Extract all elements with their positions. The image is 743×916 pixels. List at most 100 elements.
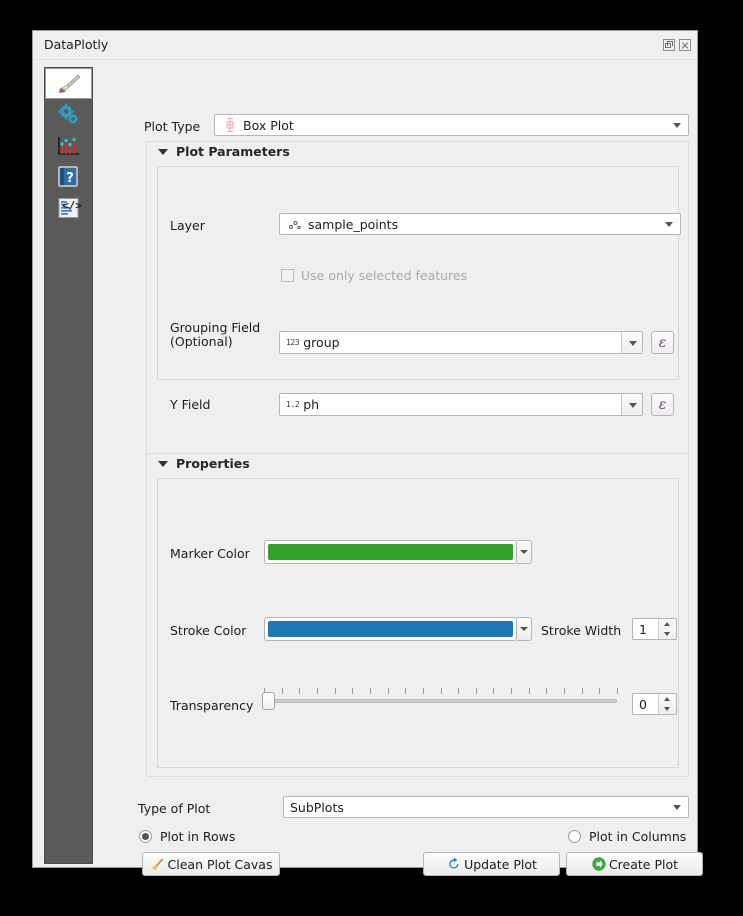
window-title: DataPlotly [44, 37, 109, 52]
chevron-down-icon [673, 123, 681, 128]
plot-in-rows-label: Plot in Rows [160, 829, 236, 844]
layer-combo[interactable]: sample_points [279, 213, 681, 235]
transparency-slider[interactable] [262, 686, 618, 710]
type-of-plot-combo[interactable]: SubPlots [283, 796, 689, 818]
grouping-field-combo[interactable]: 123 group [279, 331, 643, 354]
bar-chart-icon [56, 134, 82, 158]
slider-handle[interactable] [262, 692, 275, 710]
checkbox-box [281, 269, 294, 282]
properties-header[interactable]: Properties [158, 456, 250, 471]
transparency-stepper[interactable] [658, 694, 676, 714]
clean-plot-canvas-label: Clean Plot Cavas [167, 856, 273, 872]
field-type-integer-icon: 123 [286, 337, 300, 347]
stroke-width-stepper[interactable] [658, 619, 676, 639]
y-field-label: Y Field [170, 397, 211, 412]
grouping-field-expression-button[interactable]: ε [651, 331, 674, 354]
sidebar-item-help[interactable]: ? [45, 162, 92, 192]
stroke-width-spinner[interactable]: 1 [632, 618, 677, 640]
marker-color-label: Marker Color [170, 546, 250, 561]
type-of-plot-label: Type of Plot [138, 801, 211, 816]
chevron-down-icon [665, 222, 673, 227]
chevron-down-icon [673, 805, 681, 810]
stroke-color-swatch [268, 621, 513, 637]
create-plot-label: Create Plot [608, 856, 679, 872]
grouping-field-label: Grouping Field (Optional) [170, 321, 260, 349]
sidebar: ? </> [44, 67, 93, 864]
use-only-selected-features-label: Use only selected features [301, 268, 468, 283]
sidebar-item-plot-view[interactable] [45, 131, 92, 161]
create-plot-button[interactable]: Create Plot [566, 852, 703, 876]
gears-icon [56, 103, 82, 127]
stroke-width-value: 1 [639, 621, 647, 637]
update-plot-button[interactable]: Update Plot [423, 852, 560, 876]
code-document-icon: </> [56, 196, 82, 220]
radio-ring [568, 830, 581, 843]
restore-button[interactable] [663, 39, 675, 51]
clean-plot-canvas-button[interactable]: Clean Plot Cavas [142, 852, 280, 876]
dataplotly-window: DataPlotly ? </> Plot Type Box Plot Plot… [32, 30, 703, 876]
plot-type-label: Plot Type [144, 119, 201, 134]
stroke-color-button[interactable] [264, 617, 517, 641]
stroke-width-label: Stroke Width [541, 623, 622, 638]
paintbrush-icon [56, 72, 82, 96]
main-pane: Plot Type Box Plot Plot Parameters Layer… [101, 59, 703, 876]
stepper-up-icon[interactable] [659, 619, 676, 629]
marker-color-button[interactable] [264, 540, 517, 564]
collapse-triangle-icon [158, 460, 168, 467]
window-body: ? </> Plot Type Box Plot Plot Parameters… [33, 59, 703, 876]
plot-in-columns-label: Plot in Columns [589, 829, 687, 844]
svg-text:?: ? [66, 171, 74, 186]
type-of-plot-value: SubPlots [290, 799, 344, 815]
marker-color-dropdown-button[interactable] [517, 540, 532, 564]
transparency-label: Transparency [170, 698, 254, 713]
field-type-decimal-icon: 1.2 [286, 399, 300, 409]
marker-color-swatch [268, 544, 513, 560]
epsilon-icon: ε [658, 334, 667, 351]
plot-type-combo[interactable]: Box Plot [214, 114, 689, 136]
chevron-down-icon [629, 340, 637, 346]
stroke-color-dropdown-button[interactable] [517, 617, 532, 641]
slider-groove [264, 699, 617, 703]
sidebar-item-plot-configuration[interactable] [45, 100, 92, 130]
sidebar-item-plot-settings[interactable] [45, 68, 92, 99]
refresh-icon [446, 856, 462, 872]
window-titlebar: DataPlotly [33, 31, 697, 60]
chevron-down-icon [629, 402, 637, 408]
grouping-field-value: group [303, 335, 340, 350]
radio-ring [139, 830, 152, 843]
epsilon-icon: ε [658, 396, 667, 413]
stepper-up-icon[interactable] [659, 694, 676, 704]
update-plot-label: Update Plot [464, 856, 537, 872]
use-only-selected-features-checkbox: Use only selected features [281, 268, 467, 283]
transparency-value: 0 [639, 696, 647, 712]
help-book-icon: ? [56, 165, 82, 189]
green-arrow-icon [591, 856, 607, 872]
grouping-field-label-line2: (Optional) [170, 334, 233, 349]
stepper-down-icon[interactable] [659, 629, 676, 639]
plot-parameters-title: Plot Parameters [176, 144, 290, 159]
close-button[interactable] [679, 39, 691, 51]
collapse-triangle-icon [158, 148, 168, 155]
slider-ticks [264, 688, 618, 694]
grouping-field-label-line1: Grouping Field [170, 320, 261, 335]
stepper-down-icon[interactable] [659, 704, 676, 714]
close-icon [680, 40, 690, 50]
plot-parameters-header[interactable]: Plot Parameters [158, 144, 290, 159]
transparency-spinner[interactable]: 0 [632, 693, 677, 715]
stroke-color-label: Stroke Color [170, 623, 247, 638]
sidebar-item-code[interactable]: </> [45, 193, 92, 223]
plot-in-columns-radio[interactable]: Plot in Columns [568, 829, 686, 844]
layer-label: Layer [170, 218, 205, 233]
restore-icon [664, 40, 674, 50]
properties-title: Properties [176, 456, 250, 471]
box-plot-icon [223, 118, 237, 132]
plot-type-value: Box Plot [243, 117, 294, 133]
broom-icon [150, 856, 166, 872]
point-layer-icon [288, 217, 302, 231]
layer-value: sample_points [308, 216, 399, 232]
plot-in-rows-radio[interactable]: Plot in Rows [139, 829, 235, 844]
svg-text:</>: </> [62, 199, 82, 212]
y-field-combo[interactable]: 1.2 ph [279, 393, 643, 416]
y-field-expression-button[interactable]: ε [651, 393, 674, 416]
y-field-value: ph [303, 397, 320, 412]
